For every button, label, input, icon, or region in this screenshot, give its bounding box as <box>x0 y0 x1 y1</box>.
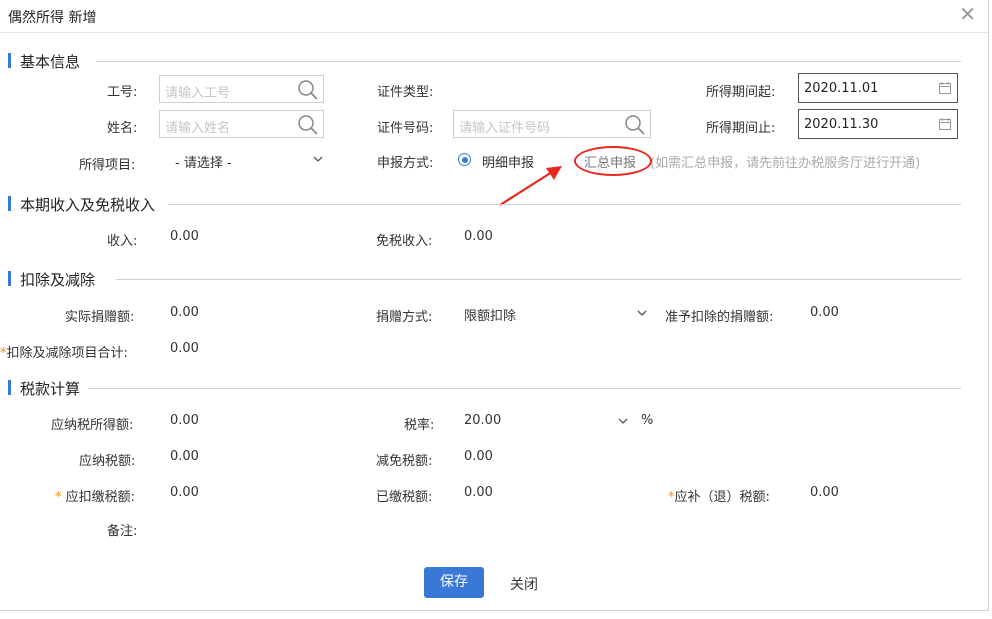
report-mode-label: 申报方式: <box>377 156 434 171</box>
taxable-income-label: 应纳税所得额: <box>51 418 134 433</box>
income-label: 收入: <box>107 234 138 249</box>
annotation-ellipse <box>574 146 652 176</box>
emp-no-input[interactable]: 请输入工号 <box>159 75 324 103</box>
id-type-label: 证件类型: <box>377 85 434 100</box>
allowed-donation-value: 0.00 <box>810 305 839 320</box>
withhold-tax-text: 应扣缴税额: <box>65 490 136 505</box>
exempt-income-label: 免税收入: <box>376 234 433 249</box>
tax-rate-unit: % <box>641 413 654 428</box>
name-placeholder: 请输入姓名 <box>165 121 231 136</box>
id-no-label: 证件号码: <box>377 121 434 136</box>
tax-due-label: 应纳税额: <box>79 454 136 469</box>
section-income: 本期收入及免税收入 <box>8 194 963 214</box>
chevron-down-icon <box>618 418 628 424</box>
paid-tax-label: 已缴税额: <box>376 490 433 505</box>
period-start-label: 所得期间起: <box>706 85 776 100</box>
save-button[interactable]: 保存 <box>424 567 484 598</box>
taxable-income-value: 0.00 <box>170 413 199 428</box>
period-start-input[interactable]: 2020.11.01 <box>798 73 958 103</box>
required-mark: * <box>55 490 62 505</box>
section-marker <box>8 196 11 211</box>
refund-tax-value: 0.00 <box>810 485 839 500</box>
id-no-placeholder: 请输入证件号码 <box>459 121 551 136</box>
donation-method-label: 捐赠方式: <box>376 310 433 325</box>
period-end-input[interactable]: 2020.11.30 <box>798 109 958 139</box>
search-icon[interactable] <box>624 114 646 136</box>
report-hint: (如需汇总申报，请先前往办税服务厅进行开通) <box>650 156 921 171</box>
section-title-tax: 税款计算 <box>20 380 81 398</box>
emp-no-label: 工号: <box>107 85 138 100</box>
tax-relief-label: 减免税额: <box>376 454 433 469</box>
close-icon[interactable]: ✕ <box>959 3 976 25</box>
exempt-income-value: 0.00 <box>464 229 493 244</box>
section-divider <box>116 279 961 280</box>
section-basic: 基本信息 <box>8 51 963 71</box>
dialog-title: 偶然所得 新增 <box>8 10 97 26</box>
income-value: 0.00 <box>170 229 199 244</box>
section-tax: 税款计算 <box>8 378 963 398</box>
deduct-total-value: 0.00 <box>170 341 199 356</box>
name-input[interactable]: 请输入姓名 <box>159 110 324 138</box>
section-marker <box>8 271 11 286</box>
dialog: 偶然所得 新增 ✕ 基本信息 工号: 请输入工号 姓名: 请输入姓名 所得项目:… <box>0 0 989 611</box>
period-end-value: 2020.11.30 <box>804 117 879 132</box>
dialog-titlebar: 偶然所得 新增 ✕ <box>0 0 988 33</box>
id-no-input[interactable]: 请输入证件号码 <box>453 110 651 138</box>
donation-label: 实际捐赠额: <box>65 310 135 325</box>
calendar-icon[interactable] <box>939 118 951 130</box>
section-divider <box>168 204 961 205</box>
radio-detail[interactable] <box>458 153 471 166</box>
section-marker <box>8 380 11 395</box>
section-title-income: 本期收入及免税收入 <box>20 196 156 214</box>
income-item-value: - 请选择 - <box>175 156 232 171</box>
chevron-down-icon <box>313 156 323 162</box>
calendar-icon[interactable] <box>939 82 951 94</box>
income-item-label: 所得项目: <box>79 158 136 173</box>
tax-rate-value: 20.00 <box>464 413 502 428</box>
search-icon[interactable] <box>297 79 319 101</box>
name-label: 姓名: <box>107 121 138 136</box>
section-title-deduct: 扣除及减除 <box>20 271 96 289</box>
allowed-donation-label: 准予扣除的捐赠额: <box>665 310 774 325</box>
search-icon[interactable] <box>297 114 319 136</box>
section-divider <box>96 61 961 62</box>
withhold-tax-value: 0.00 <box>170 485 199 500</box>
remark-label: 备注: <box>107 524 138 539</box>
withhold-tax-label: * 应扣缴税额: <box>55 486 135 505</box>
emp-no-placeholder: 请输入工号 <box>165 86 231 101</box>
deduct-total-label: *扣除及减除项目合计: <box>0 342 128 361</box>
section-title-basic: 基本信息 <box>20 53 81 71</box>
period-end-label: 所得期间止: <box>706 121 776 136</box>
tax-rate-label: 税率: <box>404 418 435 433</box>
donation-method-value: 限额扣除 <box>464 309 517 324</box>
donation-value: 0.00 <box>170 305 199 320</box>
close-button[interactable]: 关闭 <box>510 574 538 594</box>
tax-relief-value: 0.00 <box>464 449 493 464</box>
tax-due-value: 0.00 <box>170 449 199 464</box>
period-start-value: 2020.11.01 <box>804 81 879 96</box>
section-divider <box>88 388 961 389</box>
chevron-down-icon <box>637 310 647 316</box>
section-marker <box>8 53 11 68</box>
deduct-total-text: 扣除及减除项目合计: <box>6 346 128 361</box>
section-deduct: 扣除及减除 <box>8 269 963 289</box>
refund-tax-label: *应补（退）税额: <box>668 486 770 505</box>
refund-tax-text: 应补（退）税额: <box>674 490 770 505</box>
paid-tax-value: 0.00 <box>464 485 493 500</box>
radio-dot <box>461 156 468 163</box>
